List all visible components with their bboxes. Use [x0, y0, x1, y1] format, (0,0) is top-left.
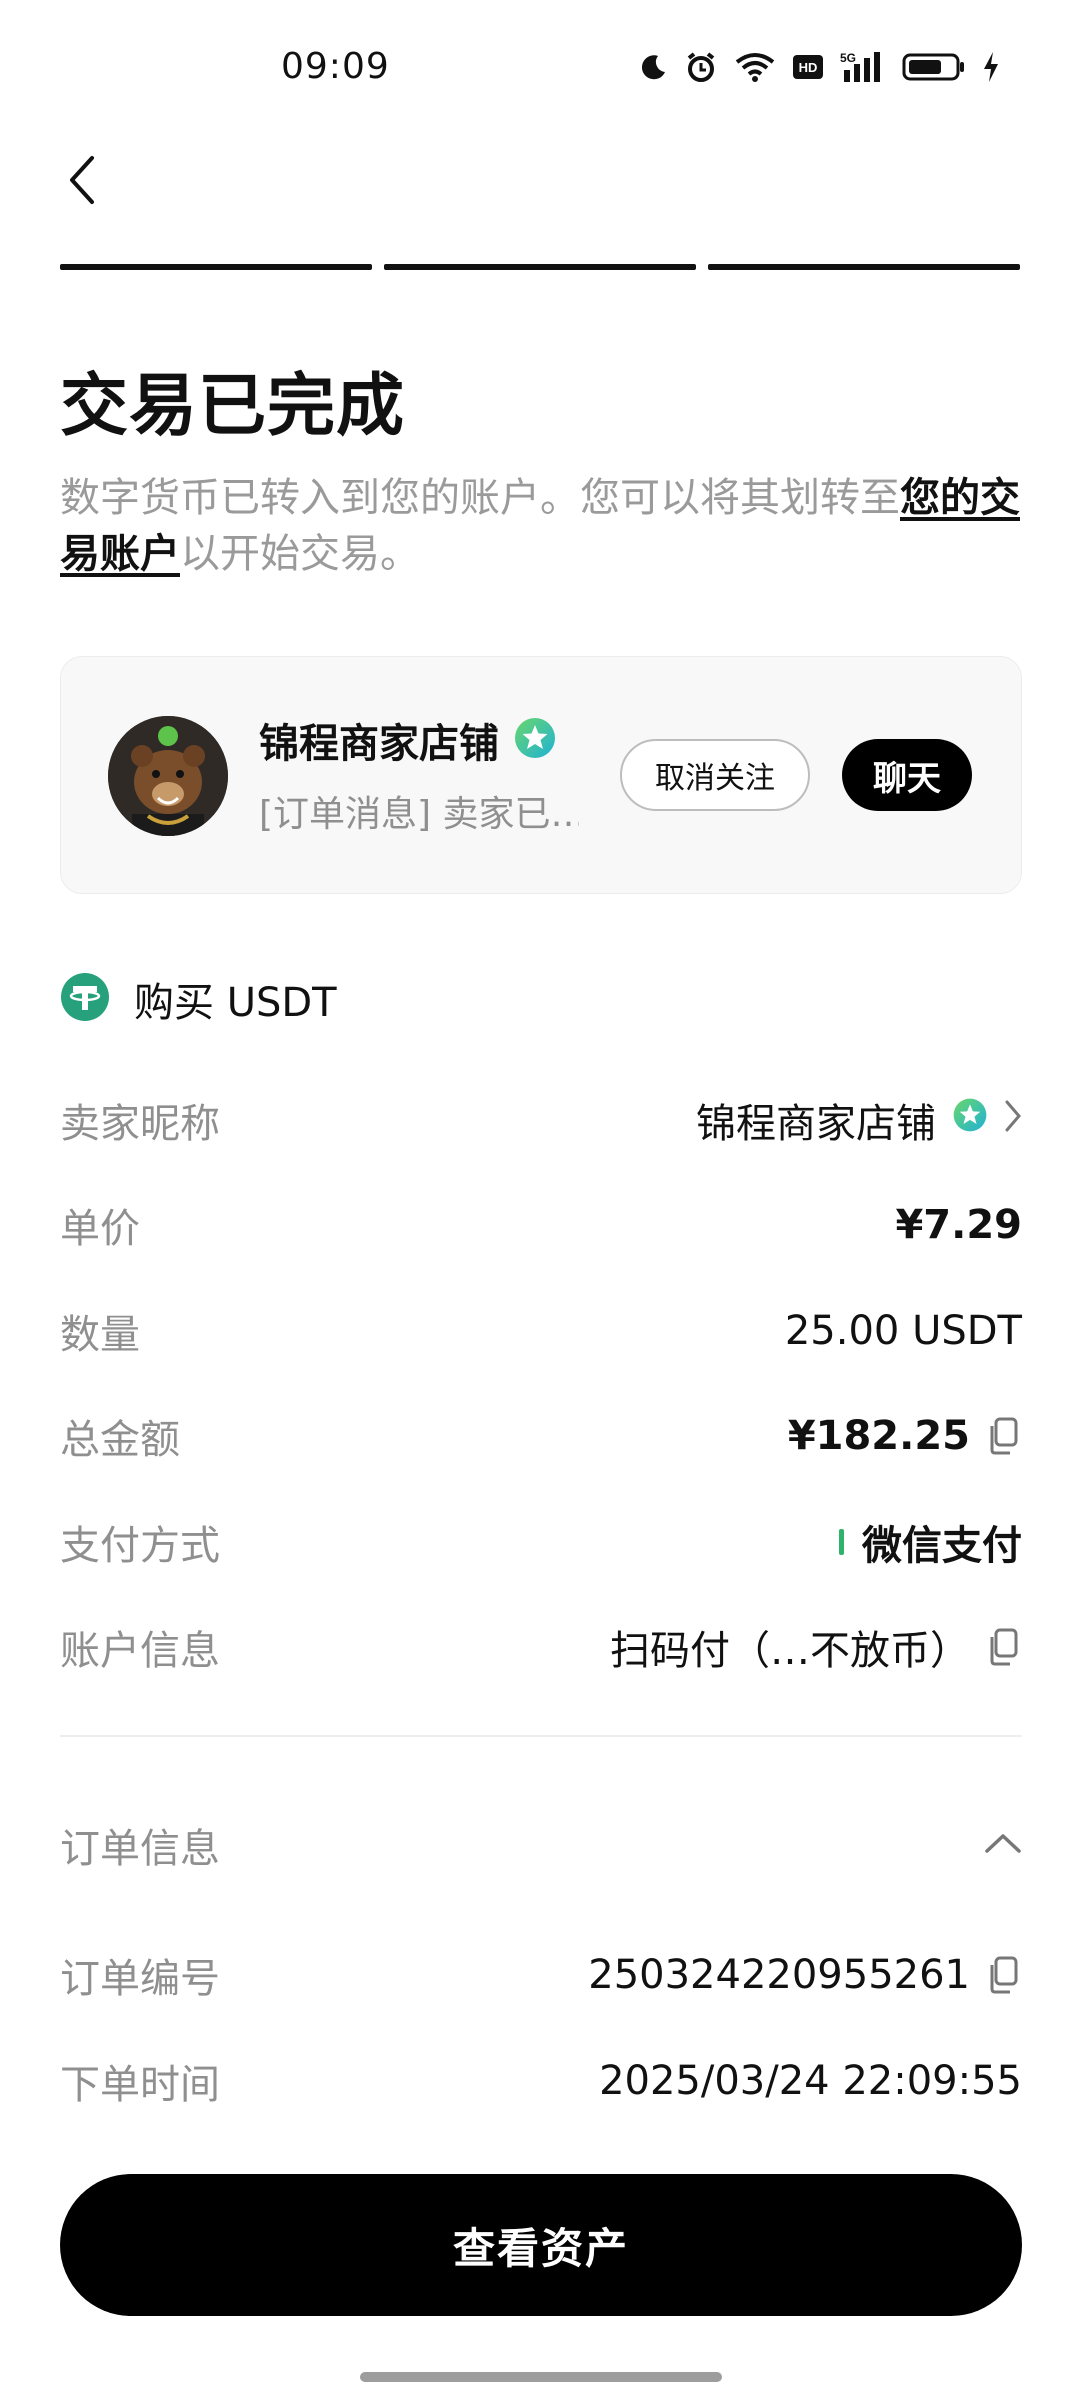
view-assets-button[interactable]: 查看资产: [60, 2174, 1022, 2316]
unit-price-label: 单价: [60, 1206, 140, 1252]
payment-method-row: 支付方式 微信支付: [60, 1507, 1022, 1577]
charging-icon: [982, 51, 1000, 83]
seller-nickname-text: 锦程商家店铺: [696, 1101, 936, 1147]
account-info-label: 账户信息: [60, 1628, 220, 1674]
account-info-text: 扫码付（…不放币）: [610, 1628, 970, 1674]
chevron-left-icon: [70, 156, 94, 204]
quantity-row: 数量 25.00 USDT: [60, 1296, 1022, 1366]
order-number-label: 订单编号: [60, 1956, 220, 2002]
merchant-last-message[interactable]: [订单消息] 卖家已…: [259, 785, 579, 837]
copy-icon[interactable]: [986, 1627, 1022, 1667]
total-amount-row: 总金额 ¥182.25: [60, 1401, 1022, 1471]
progress-step: [60, 264, 372, 270]
chevron-right-icon: [1004, 1097, 1022, 1143]
usdt-icon: [60, 972, 110, 1026]
seller-nickname-label: 卖家昵称: [60, 1101, 220, 1147]
order-number-text: 250324220955261: [588, 1952, 970, 1998]
order-info-header[interactable]: 订单信息: [60, 1810, 1022, 1880]
status-icons: HD 5G: [638, 50, 1000, 84]
quantity-label: 数量: [60, 1312, 140, 1358]
home-indicator[interactable]: [360, 2372, 722, 2382]
merchant-card[interactable]: 锦程商家店铺 [订单消息] 卖家已… 取消关注 聊天: [60, 656, 1022, 894]
progress-steps: [60, 264, 1020, 270]
chevron-up-icon[interactable]: [984, 1832, 1022, 1858]
total-amount-value: ¥182.25: [788, 1413, 1022, 1459]
account-info-value: 扫码付（…不放币）: [610, 1618, 1022, 1676]
description-suffix: 以开始交易。: [180, 531, 420, 577]
payment-method-label: 支付方式: [60, 1523, 220, 1569]
order-time-row: 下单时间 2025/03/24 22:09:55: [60, 2046, 1022, 2116]
unfollow-button[interactable]: 取消关注: [620, 739, 810, 811]
payment-method-value: 微信支付: [839, 1513, 1022, 1571]
divider: [60, 1735, 1022, 1737]
account-info-row: 账户信息 扫码付（…不放币）: [60, 1612, 1022, 1682]
moon-icon: [638, 52, 668, 82]
order-number-value: 250324220955261: [588, 1952, 1022, 1998]
page-title: 交易已完成: [60, 367, 406, 446]
verified-badge-icon: [952, 1097, 988, 1143]
copy-icon[interactable]: [986, 1416, 1022, 1456]
verified-badge-icon: [513, 716, 557, 764]
quantity-value: 25.00 USDT: [784, 1308, 1022, 1354]
chat-button[interactable]: 聊天: [842, 739, 972, 811]
wechat-indicator: [839, 1529, 844, 1555]
buy-header: 购买 USDT: [60, 970, 337, 1028]
description-text: 数字货币已转入到您的账户。您可以将其划转至: [60, 475, 900, 521]
status-time: 09:09: [281, 46, 390, 87]
status-bar: 09:09 HD 5G: [0, 0, 1080, 130]
avatar[interactable]: [108, 716, 228, 836]
hd-icon: HD: [792, 54, 824, 80]
buy-title: 购买 USDT: [134, 980, 337, 1026]
order-time-label: 下单时间: [60, 2062, 220, 2108]
seller-nickname-row[interactable]: 卖家昵称 锦程商家店铺: [60, 1085, 1022, 1155]
progress-step: [384, 264, 696, 270]
seller-nickname-value[interactable]: 锦程商家店铺: [696, 1091, 1022, 1149]
alarm-icon: [684, 50, 718, 84]
svg-text:5G: 5G: [840, 51, 856, 65]
merchant-name-row: 锦程商家店铺: [259, 711, 557, 769]
merchant-name: 锦程商家店铺: [259, 721, 499, 767]
unit-price-value: ¥7.29: [895, 1202, 1022, 1248]
svg-text:HD: HD: [799, 60, 818, 75]
order-info-title: 订单信息: [60, 1826, 220, 1872]
order-time-value: 2025/03/24 22:09:55: [599, 2058, 1022, 2104]
back-button[interactable]: [52, 150, 112, 210]
total-amount-text: ¥182.25: [787, 1413, 970, 1459]
copy-icon[interactable]: [986, 1955, 1022, 1995]
page-description: 数字货币已转入到您的账户。您可以将其划转至您的交易账户以开始交易。: [60, 470, 1020, 582]
progress-step: [708, 264, 1020, 270]
payment-method-text: 微信支付: [862, 1523, 1022, 1569]
signal-5g-icon: 5G: [840, 50, 886, 84]
unit-price-row: 单价 ¥7.29: [60, 1190, 1022, 1260]
wifi-icon: [734, 52, 776, 82]
order-number-row: 订单编号 250324220955261: [60, 1940, 1022, 2010]
total-amount-label: 总金额: [60, 1417, 180, 1463]
battery-icon: [902, 52, 966, 82]
